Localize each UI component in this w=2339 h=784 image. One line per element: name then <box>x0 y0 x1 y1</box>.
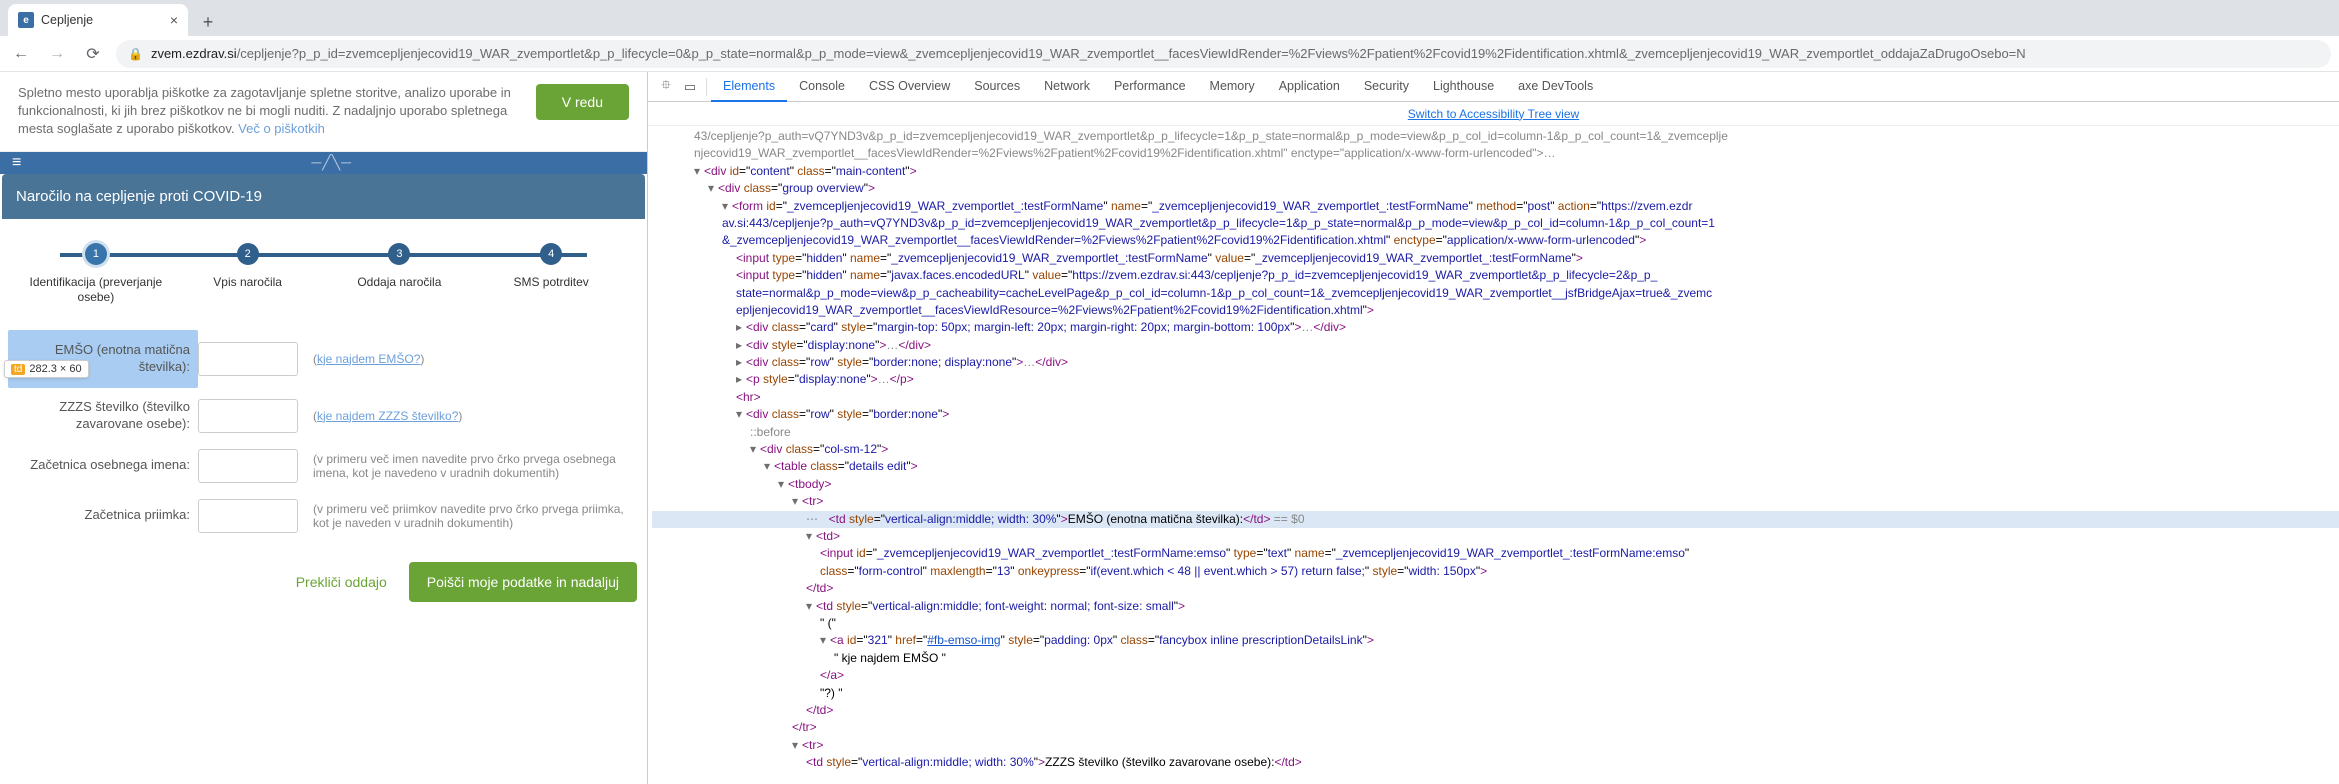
lastname-label: Začetnica priimka: <box>8 507 198 524</box>
lock-icon: 🔒 <box>128 47 143 61</box>
logo-icon: ─╱╲─ <box>311 154 352 171</box>
cookie-banner: Spletno mesto uporablja piškotke za zago… <box>0 72 647 152</box>
url-path: /cepljenje?p_p_id=zvemcepljenjecovid19_W… <box>237 46 2026 61</box>
zzzs-help-link[interactable]: kje najdem ZZZS številko? <box>317 409 458 423</box>
selected-dom-node[interactable]: ⋯ <td style="vertical-align:middle; widt… <box>652 511 2339 528</box>
close-tab-icon[interactable]: × <box>170 12 178 28</box>
devtools-secondary-bar: Switch to Accessibility Tree view <box>648 102 2339 126</box>
browser-tab-bar: e Cepljenje × + <box>0 0 2339 36</box>
browser-address-bar: ← → ⟳ 🔒 zvem.ezdrav.si/cepljenje?p_p_id=… <box>0 36 2339 72</box>
favicon-icon: e <box>18 12 34 28</box>
url-host: zvem.ezdrav.si <box>151 46 237 61</box>
url-input[interactable]: 🔒 zvem.ezdrav.si/cepljenje?p_p_id=zvemce… <box>116 40 2331 68</box>
cookie-text: Spletno mesto uporablja piškotke za zago… <box>18 84 522 139</box>
stepper: 1 Identifikacija (preverjanje osebe) 2 V… <box>0 243 647 306</box>
zzzs-help: (kje najdem ZZZS številko?) <box>303 409 639 423</box>
accessibility-tree-link[interactable]: Switch to Accessibility Tree view <box>1408 107 1579 121</box>
reload-button[interactable]: ⟳ <box>80 44 106 64</box>
step-3[interactable]: 3 Oddaja naročila <box>324 243 476 306</box>
emso-label: EMŠO (enotna matična številka): <box>8 330 198 388</box>
lastname-help: (v primeru več priimkov navedite prvo čr… <box>303 502 639 530</box>
tab-application[interactable]: Application <box>1267 72 1352 102</box>
tab-sources[interactable]: Sources <box>962 72 1032 102</box>
tab-network[interactable]: Network <box>1032 72 1102 102</box>
cancel-button[interactable]: Prekliči oddajo <box>282 562 401 602</box>
forward-button[interactable]: → <box>44 45 70 63</box>
step-2[interactable]: 2 Vpis naročila <box>172 243 324 306</box>
menu-icon[interactable]: ≡ <box>12 154 21 172</box>
new-tab-button[interactable]: + <box>194 8 222 36</box>
tab-axe[interactable]: axe DevTools <box>1506 72 1605 102</box>
tab-console[interactable]: Console <box>787 72 857 102</box>
form-area: EMŠO (enotna matična številka): (kje naj… <box>0 324 647 550</box>
cookie-accept-button[interactable]: V redu <box>536 84 629 120</box>
step-1[interactable]: 1 Identifikacija (preverjanje osebe) <box>20 243 172 306</box>
emso-input[interactable] <box>198 342 298 376</box>
step-4[interactable]: 4 SMS potrditev <box>475 243 627 306</box>
element-tooltip: td 282.3 × 60 <box>4 360 89 378</box>
inspect-icon[interactable]: ⯐ <box>654 76 678 98</box>
back-button[interactable]: ← <box>8 45 34 63</box>
tab-title: Cepljenje <box>41 13 93 27</box>
submit-button[interactable]: Poišči moje podatke in nadaljuj <box>409 562 637 602</box>
cookie-more-link[interactable]: Več o piškotkih <box>238 121 325 136</box>
lastname-input[interactable] <box>198 499 298 533</box>
firstname-input[interactable] <box>198 449 298 483</box>
firstname-help: (v primeru več imen navedite prvo črko p… <box>303 452 639 480</box>
header-strip: ≡ ─╱╲─ <box>0 152 647 174</box>
firstname-label: Začetnica osebnega imena: <box>8 457 198 474</box>
zzzs-label: ZZZS številko (številko zavarovane osebe… <box>8 399 198 433</box>
tab-css-overview[interactable]: CSS Overview <box>857 72 962 102</box>
tab-elements[interactable]: Elements <box>711 72 787 102</box>
action-row: Prekliči oddajo Poišči moje podatke in n… <box>0 554 647 610</box>
browser-tab-active[interactable]: e Cepljenje × <box>8 4 188 36</box>
device-icon[interactable]: ▭ <box>678 79 702 95</box>
dom-tree[interactable]: 43/cepljenje?p_auth=vQ7YND3v&p_p_id=zvem… <box>648 126 2339 784</box>
tab-memory[interactable]: Memory <box>1198 72 1267 102</box>
devtools-panel: ⯐ ▭ Elements Console CSS Overview Source… <box>647 72 2339 784</box>
emso-help: (kje najdem EMŠO?) <box>303 352 639 366</box>
tab-lighthouse[interactable]: Lighthouse <box>1421 72 1506 102</box>
zzzs-input[interactable] <box>198 399 298 433</box>
page-viewport: Spletno mesto uporablja piškotke za zago… <box>0 72 647 784</box>
devtools-toolbar: ⯐ ▭ Elements Console CSS Overview Source… <box>648 72 2339 102</box>
tab-performance[interactable]: Performance <box>1102 72 1198 102</box>
page-title: Naročilo na cepljenje proti COVID-19 <box>2 174 645 219</box>
emso-help-link[interactable]: kje najdem EMŠO? <box>317 352 420 366</box>
tab-security[interactable]: Security <box>1352 72 1421 102</box>
